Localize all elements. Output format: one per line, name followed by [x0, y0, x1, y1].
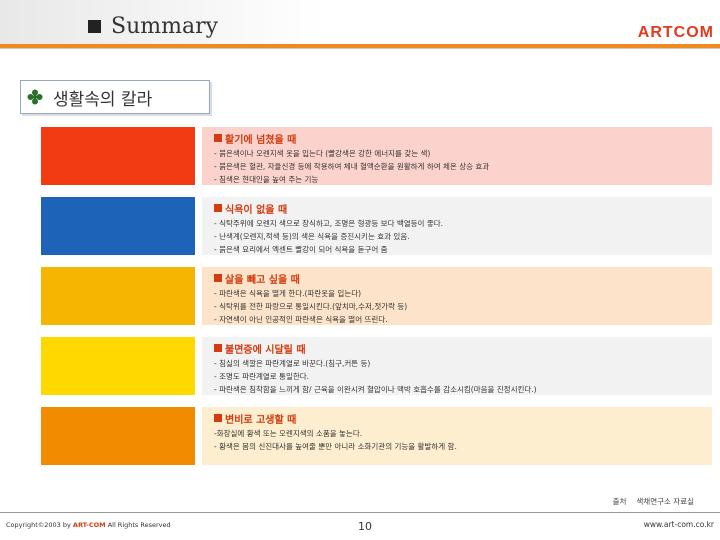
square-bullet-icon — [214, 204, 222, 212]
page-number: 10 — [358, 520, 372, 533]
tip-line: -화장실에 황색 또는 오렌지색의 소품을 놓는다. — [214, 429, 363, 438]
tip-panel: 변비로 고생할 때 -화장실에 황색 또는 오렌지색의 소품을 놓는다. - 황… — [202, 407, 712, 465]
square-bullet-icon — [214, 414, 222, 422]
tip-line: - 파란색은 식욕을 떨게 한다.(파란옷을 입는다) — [214, 289, 362, 298]
color-swatch — [41, 267, 195, 325]
tip-line: - 침색은 현대인을 높여 주는 기능 — [214, 175, 319, 184]
header-divider — [0, 48, 720, 49]
page-title-text: Summary — [111, 14, 219, 39]
copyright-prefix: Copyright©2003 by — [6, 521, 71, 529]
square-bullet-icon — [214, 134, 222, 142]
tip-line: - 붉은색이나 오렌지색 옷을 입는다 (빨강색은 강한 에너지를 갖는 색) — [214, 149, 431, 158]
tip-line: - 침실의 색깔은 파란계열로 바꾼다.(침구,커튼 등) — [214, 359, 371, 368]
square-bullet-icon — [214, 274, 222, 282]
tip-line: - 식탁주위에 오렌지 색으로 장식하고, 조명은 형광등 보다 백열등이 좋다… — [214, 219, 444, 228]
tip-panel: 활기에 넘쳤을 때 - 붉은색이나 오렌지색 옷을 입는다 (빨강색은 강한 에… — [202, 127, 712, 185]
color-swatch-column — [41, 127, 195, 535]
tip-panel: 살을 빼고 싶을 때 - 파란색은 식욕을 떨게 한다.(파란옷을 입는다) -… — [202, 267, 712, 325]
tip-title: 변비로 고생할 때 — [214, 411, 712, 426]
brand-logo: ARTCOM — [637, 24, 714, 41]
tip-title-text: 살을 빼고 싶을 때 — [225, 274, 300, 286]
square-bullet-icon — [88, 20, 101, 33]
section-heading: 생활속의 칼라 — [20, 80, 210, 114]
tips-list: 활기에 넘쳤을 때 - 붉은색이나 오렌지색 옷을 입는다 (빨강색은 강한 에… — [202, 127, 712, 465]
section-title: 생활속의 칼라 — [53, 89, 153, 110]
color-swatch — [41, 337, 195, 395]
tip-title: 살을 빼고 싶을 때 — [214, 271, 712, 286]
source-label: 출처 — [612, 497, 627, 506]
tip-title-text: 활기에 넘쳤을 때 — [225, 134, 297, 146]
website-link[interactable]: www.art-com.co.kr — [644, 520, 714, 529]
tip-line: - 황색은 몸의 신진대사를 높여줄 뿐만 아니라 소화기관의 기능을 활발하게… — [214, 442, 457, 451]
source-name: 색채연구소 자료실 — [636, 497, 694, 506]
square-bullet-icon — [214, 344, 222, 352]
tip-title-text: 불면증에 시달릴 때 — [225, 344, 306, 356]
tip-line: - 파란색은 침착함을 느끼게 함/ 근육을 이완시켜 혈압이나 맥박 호흡수를… — [214, 385, 537, 394]
diamond-bullet-icon — [27, 89, 43, 105]
tip-line: - 붉은색 요리에서 엑센트 빨강이 되어 식욕을 돋구어 줌 — [214, 245, 388, 254]
tip-panel: 식욕이 없을 때 - 식탁주위에 오렌지 색으로 장식하고, 조명은 형광등 보… — [202, 197, 712, 255]
tip-panel: 불면증에 시달릴 때 - 침실의 색깔은 파란계열로 바꾼다.(침구,커튼 등)… — [202, 337, 712, 395]
tip-title-text: 변비로 고생할 때 — [225, 414, 297, 426]
tip-line: - 난색계(오렌지,적색 등)의 색은 식욕을 증진시키는 효과 있음. — [214, 232, 410, 241]
copyright-suffix: All Rights Reserved — [107, 521, 171, 529]
page-title: Summary — [88, 14, 218, 39]
tip-title: 식욕이 없을 때 — [214, 201, 712, 216]
color-swatch — [41, 197, 195, 255]
header-bar: Summary ARTCOM — [0, 0, 720, 44]
tip-title: 불면증에 시달릴 때 — [214, 341, 712, 356]
copyright-notice: Copyright©2003 by ART-COM All Rights Res… — [6, 521, 171, 529]
tip-line: - 조명도 파란계열로 통일한다. — [214, 372, 310, 381]
tip-line: - 붉은색은 혈관, 자율신경 등에 작용하여 체내 혈액순환을 원활하게 하여… — [214, 162, 490, 171]
tip-line: - 식탁위를 전한 파랑으로 통일시킨다.(앞치마,수저,젓가락 등) — [214, 302, 408, 311]
tip-title-text: 식욕이 없을 때 — [225, 204, 288, 216]
tip-line: - 자연색이 아닌 인공적인 파란색은 식욕을 떨어 뜨린다. — [214, 315, 388, 324]
source-credit: 출처 색채연구소 자료실 — [613, 496, 694, 507]
tip-title: 활기에 넘쳤을 때 — [214, 131, 712, 146]
copyright-brand: ART-COM — [72, 521, 106, 529]
color-swatch — [41, 407, 195, 465]
color-swatch — [41, 127, 195, 185]
footer-divider — [0, 512, 720, 513]
